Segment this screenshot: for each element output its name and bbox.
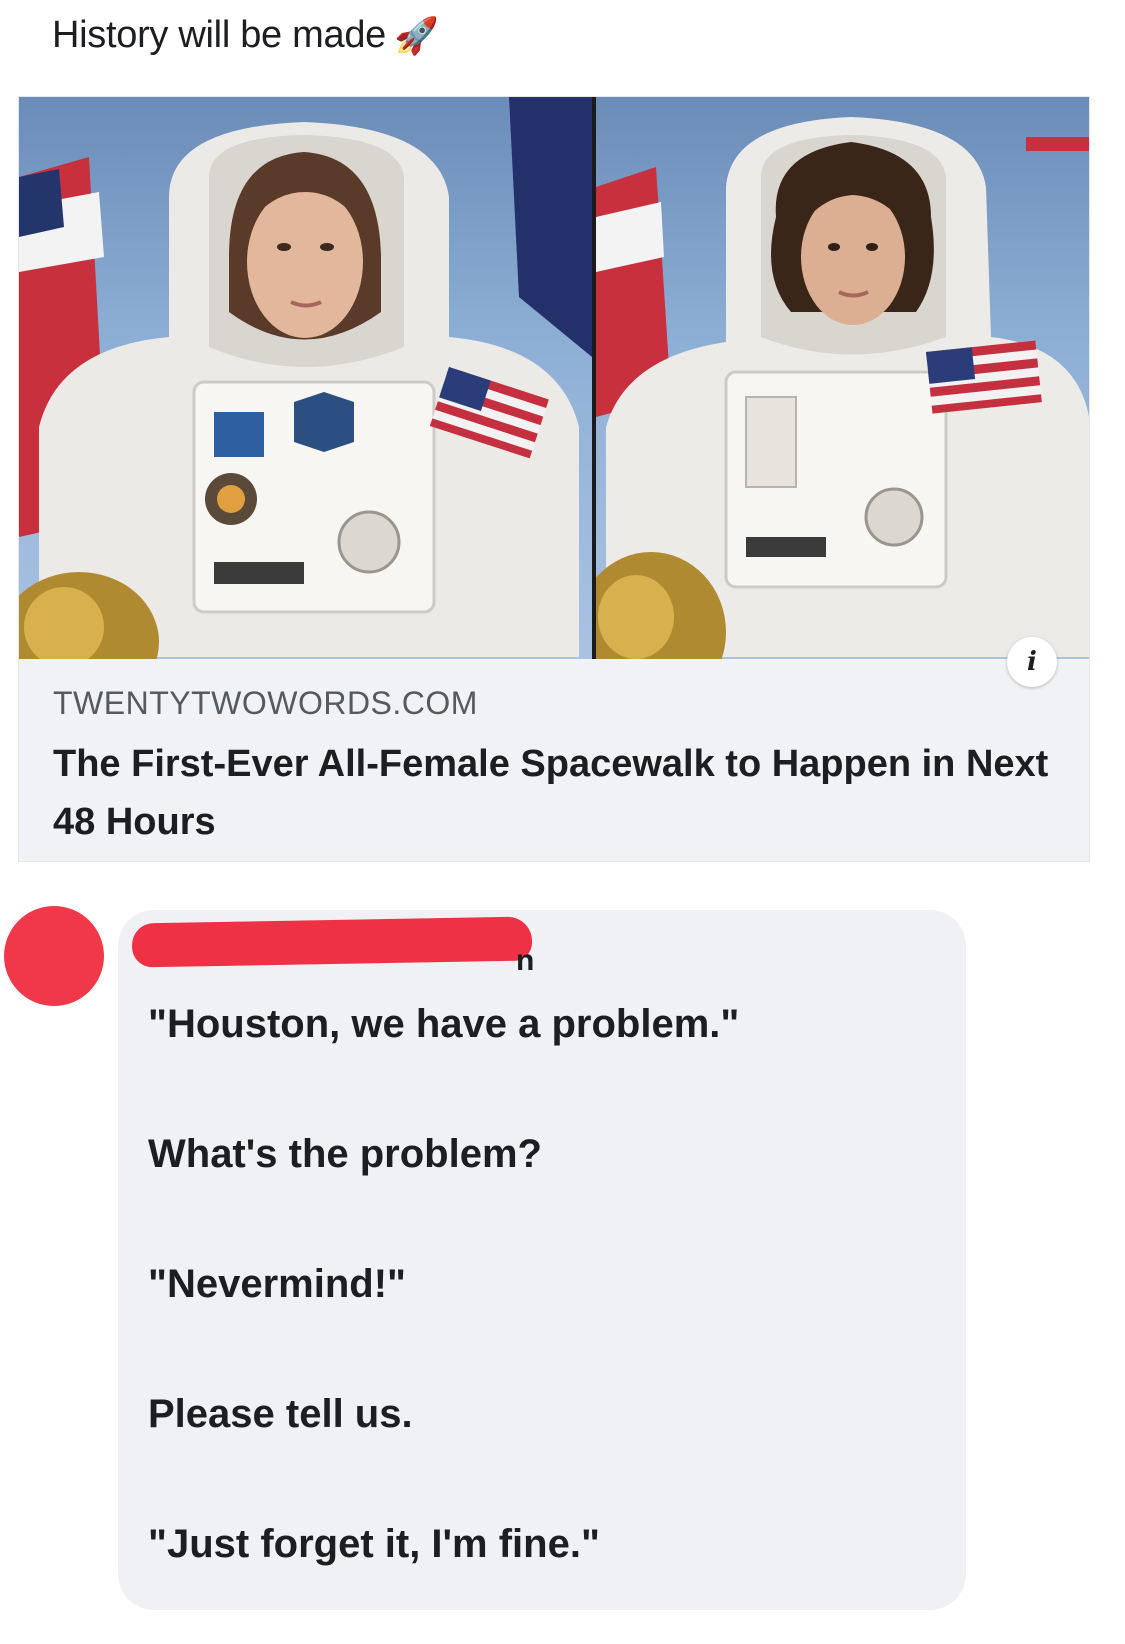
- astronaut-illustration-right: [596, 117, 1089, 659]
- comment-text: "Houston, we have a problem." What's the…: [148, 994, 948, 1644]
- comment-line: "Just forget it, I'm fine.": [148, 1522, 600, 1566]
- link-preview-image[interactable]: [19, 97, 1089, 659]
- post-text-label: History will be made: [52, 14, 386, 56]
- astronaut-photo-left: [19, 97, 596, 659]
- astronaut-illustration-left: [19, 97, 592, 659]
- comment-line: Please tell us.: [148, 1392, 413, 1436]
- link-headline[interactable]: The First-Ever All-Female Spacewalk to H…: [53, 735, 1053, 851]
- commenter-avatar-redacted[interactable]: [4, 906, 104, 1006]
- post-text: History will be made 🚀: [52, 14, 439, 57]
- link-preview-card[interactable]: i TWENTYTWOWORDS.COM The First-Ever All-…: [18, 96, 1090, 862]
- link-domain: TWENTYTWOWORDS.COM: [53, 685, 478, 721]
- rocket-icon: 🚀: [394, 14, 439, 56]
- comment-line: What's the problem?: [148, 1132, 542, 1176]
- astronaut-photo-right: [596, 97, 1089, 659]
- commenter-name-redacted[interactable]: [131, 916, 533, 968]
- comment-line: "Houston, we have a problem.": [148, 1002, 740, 1046]
- commenter-name-fragment: n: [516, 944, 535, 977]
- info-icon[interactable]: i: [1007, 637, 1057, 687]
- comment-line: "Nevermind!": [148, 1262, 406, 1306]
